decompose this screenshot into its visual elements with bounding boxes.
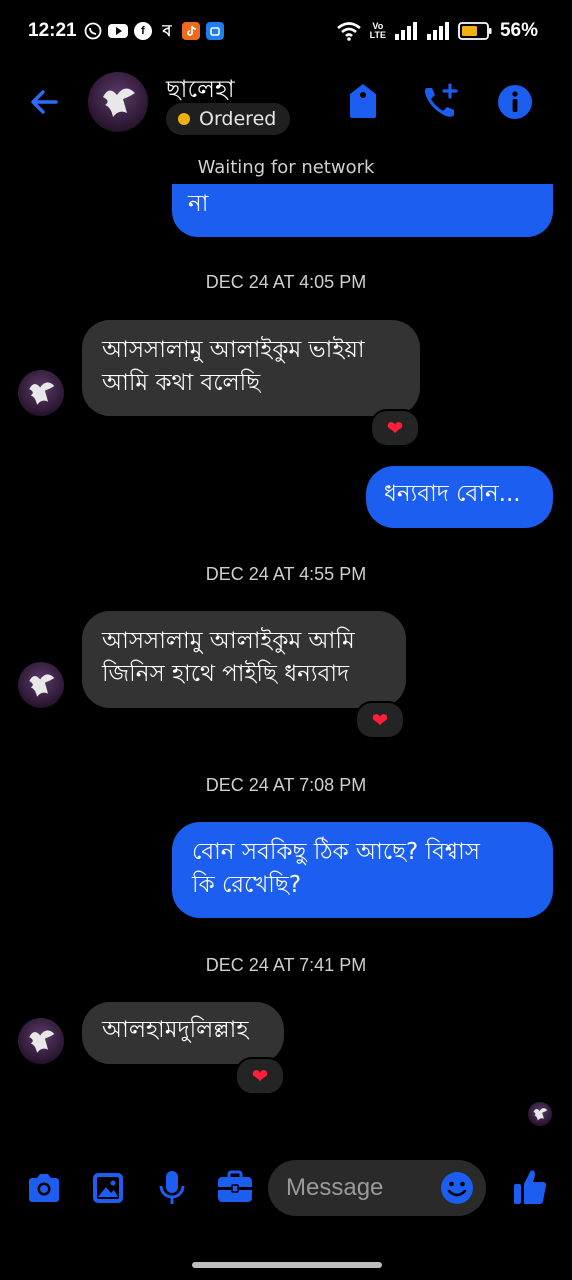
message-text-line: জিনিস হাথে পাইছি ধন্যবাদ <box>102 661 350 687</box>
message-text-line: আসসালামু আলাইকুম আমি <box>102 628 355 654</box>
sender-avatar[interactable] <box>18 662 64 708</box>
tag-icon <box>350 84 376 118</box>
seen-receipt-avatar <box>528 1102 552 1126</box>
camera-icon <box>29 1174 59 1202</box>
message-placeholder: Message <box>286 1174 384 1201</box>
info-icon <box>498 85 532 119</box>
sender-avatar[interactable] <box>18 370 64 416</box>
signal-icon <box>394 22 417 40</box>
like-button[interactable] <box>512 1168 548 1206</box>
message-text-line: কি রেখেছি? <box>192 872 302 898</box>
heart-reaction[interactable]: ❤ <box>355 701 405 739</box>
heart-icon: ❤ <box>386 416 404 440</box>
status-dot <box>178 113 190 125</box>
sender-avatar[interactable] <box>18 1018 64 1064</box>
heart-icon: ❤ <box>251 1064 269 1088</box>
volte-indicator: Vo LTE <box>369 21 386 40</box>
message-text-line: আসসালামু আলাইকুম ভাইয়া <box>102 337 365 363</box>
angel-figure-icon <box>533 1108 548 1121</box>
heart-reaction[interactable]: ❤ <box>235 1057 285 1095</box>
signal-icon-2 <box>426 22 449 40</box>
tiktok-icon <box>182 22 200 40</box>
angel-figure-icon <box>29 382 55 405</box>
message-outgoing[interactable]: ধন্যবাদ বোন... <box>366 466 553 528</box>
message-text: না <box>188 191 209 217</box>
message-text-line: আমি কথা বলেছি <box>102 370 261 396</box>
order-status-badge[interactable]: Ordered <box>166 103 291 135</box>
image-icon <box>93 1173 123 1203</box>
status-time: 12:21 <box>28 20 77 41</box>
message-incoming[interactable]: আসসালামু আলাইকুম আমি জিনিস হাথে পাইছি ধন… <box>82 611 406 708</box>
network-status-note: Waiting for network <box>197 157 375 178</box>
battery-icon <box>458 22 492 40</box>
back-arrow-icon <box>31 90 58 114</box>
message-outgoing[interactable]: বোন সবকিছু ঠিক আছে? বিশ্বাস কি রেখেছি? <box>172 822 553 918</box>
message-outgoing[interactable]: না <box>172 184 553 237</box>
heart-reaction[interactable]: ❤ <box>370 409 420 447</box>
whatsapp-icon <box>84 22 102 40</box>
youtube-icon <box>108 24 128 38</box>
message-incoming[interactable]: আসসালামু আলাইকুম ভাইয়া আমি কথা বলেছি <box>82 320 420 416</box>
info-button[interactable] <box>497 84 533 120</box>
angel-figure-icon <box>29 674 55 697</box>
thumbs-up-icon <box>514 1170 547 1204</box>
back-button[interactable] <box>26 84 62 120</box>
business-tools-button[interactable] <box>216 1170 254 1204</box>
angel-figure-icon <box>29 1030 55 1053</box>
timestamp: DEC 24 AT 7:41 PM <box>205 955 367 975</box>
microphone-icon <box>159 1171 185 1204</box>
smiley-icon <box>441 1172 473 1204</box>
camera-button[interactable] <box>26 1172 62 1204</box>
battery-percent: 56% <box>499 20 538 41</box>
voice-button[interactable] <box>158 1170 186 1206</box>
emoji-button[interactable] <box>440 1171 474 1205</box>
order-status-label: Ordered <box>199 108 277 130</box>
timestamp: DEC 24 AT 4:05 PM <box>205 272 367 292</box>
status-app-icons: f ব <box>84 20 224 40</box>
home-indicator[interactable] <box>192 1262 382 1268</box>
status-indicators: Vo LTE 56% <box>336 20 538 42</box>
message-incoming[interactable]: আলহামদুলিল্লাহ <box>82 1002 284 1064</box>
phone-plus-icon <box>425 83 458 117</box>
add-call-button[interactable] <box>420 82 460 122</box>
bank-app-icon <box>206 22 224 40</box>
message-text: ধন্যবাদ বোন... <box>384 481 521 507</box>
message-text: আলহামদুলিল্লাহ <box>102 1017 249 1043</box>
message-text-line: বোন সবকিছু ঠিক আছে? বিশ্বাস <box>192 839 480 865</box>
wifi-icon <box>336 22 361 41</box>
bangla-app-icon: ব <box>162 20 172 40</box>
timestamp: DEC 24 AT 7:08 PM <box>205 775 367 795</box>
contact-avatar[interactable] <box>88 72 148 132</box>
heart-icon: ❤ <box>371 708 389 732</box>
briefcase-icon <box>218 1170 252 1202</box>
label-tag-button[interactable] <box>346 82 380 120</box>
timestamp: DEC 24 AT 4:55 PM <box>205 564 367 584</box>
facebook-icon: f <box>134 22 152 40</box>
angel-figure-icon <box>103 88 135 117</box>
gallery-button[interactable] <box>91 1171 125 1205</box>
